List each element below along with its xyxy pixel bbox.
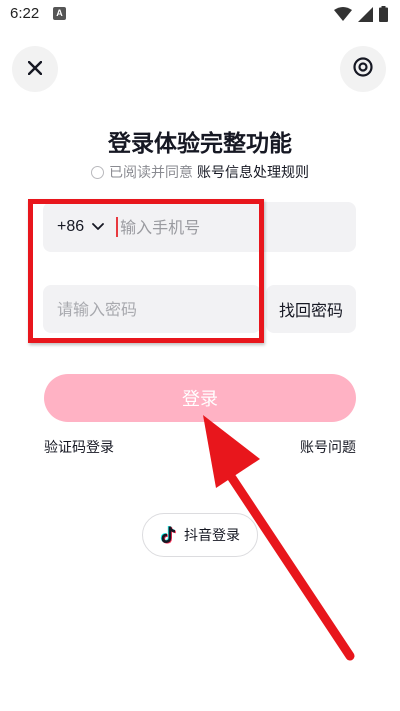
agreement-link[interactable]: 账号信息处理规则 (197, 162, 309, 182)
annotation-highlight-box (28, 199, 264, 343)
account-issue-link[interactable]: 账号问题 (300, 437, 356, 457)
sms-login-link[interactable]: 验证码登录 (44, 437, 114, 457)
forgot-password-button[interactable]: 找回密码 (266, 285, 356, 333)
battery-icon (379, 6, 388, 26)
signal-icon (358, 6, 373, 26)
login-button[interactable]: 登录 (44, 374, 356, 422)
tiktok-icon (160, 526, 176, 544)
agreement-prefix: 已阅读并同意 (109, 165, 193, 181)
page-title: 登录体验完整功能 (108, 131, 292, 157)
settings-icon (352, 56, 374, 82)
douyin-login-label: 抖音登录 (184, 528, 240, 544)
agreement-row: 已阅读并同意 账号信息处理规则 (0, 162, 400, 182)
annotation-arrow (203, 415, 355, 661)
douyin-login-button[interactable]: 抖音登录 (142, 513, 258, 557)
settings-button[interactable] (340, 46, 386, 92)
close-button[interactable] (12, 46, 58, 92)
status-bar: 6:22 A (0, 0, 400, 28)
agreement-checkbox[interactable] (91, 165, 104, 179)
wifi-icon (334, 6, 352, 26)
status-icons (334, 6, 388, 26)
close-icon (27, 60, 43, 79)
notification-badge: A (53, 7, 66, 20)
status-time: 6:22 (10, 5, 40, 22)
